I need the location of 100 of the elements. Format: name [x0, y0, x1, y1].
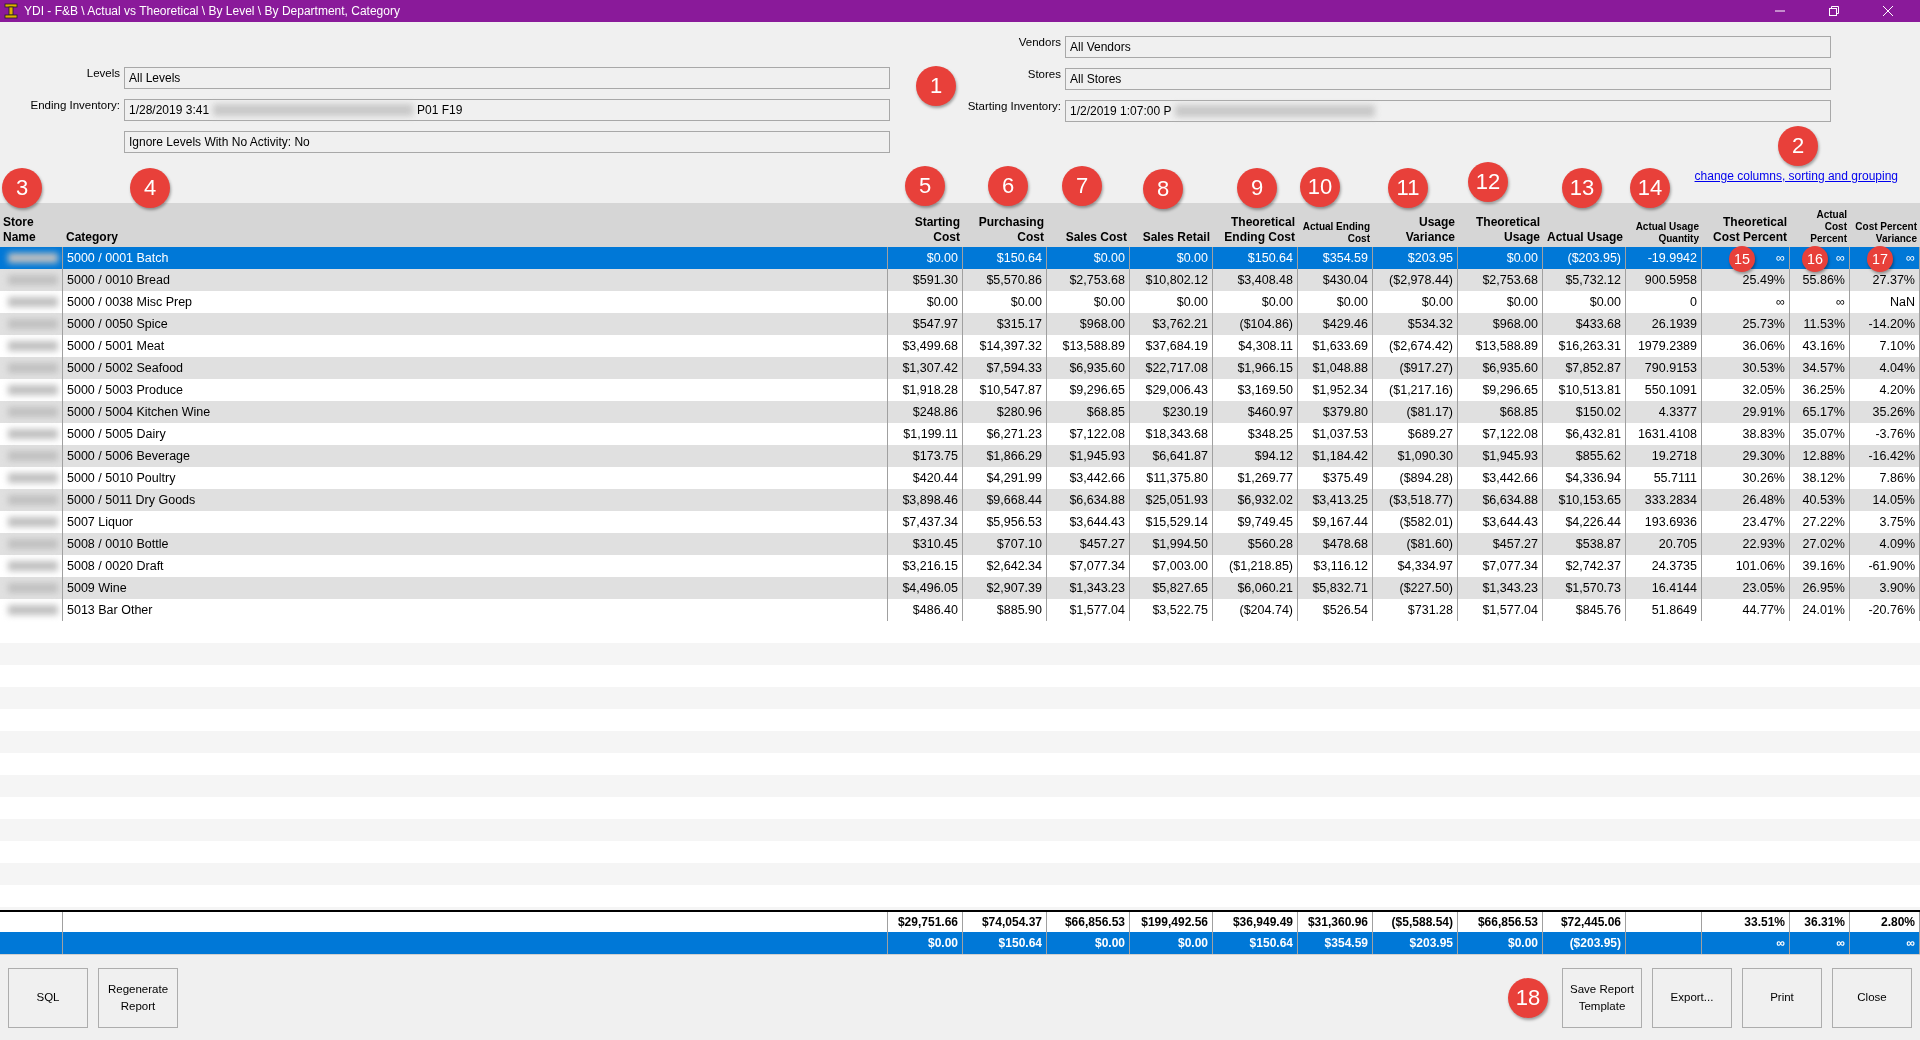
- column-header[interactable]: Theoretical Ending Cost: [1216, 215, 1295, 245]
- table-cell: 55.7111: [1653, 471, 1697, 485]
- column-header[interactable]: Actual Cost Percent: [1793, 209, 1847, 245]
- callout-marker: 11: [1388, 168, 1428, 208]
- table-cell: 29.91%: [1742, 405, 1785, 419]
- table-cell: $1,577.04: [1482, 603, 1538, 617]
- table-cell: 40.53%: [1802, 493, 1845, 507]
- table-cell: $354.59: [1322, 251, 1368, 265]
- report-button[interactable]: Regenerate Report: [98, 967, 178, 1028]
- report-button[interactable]: SQL: [8, 967, 88, 1028]
- table-cell: $10,802.12: [1145, 273, 1208, 287]
- total-cell: $354.59: [1324, 936, 1368, 950]
- table-cell: 35.07%: [1802, 427, 1845, 441]
- table-cell: 23.05%: [1742, 581, 1785, 595]
- table-row[interactable]: 5009 Wine $4,496.05 $2,907.39 $1,343.23 $5,827.65 $6,060.21 $5,832.71 ($227.50) $1,343.23 $1,570.73 16.4144 23.05% 26.95% 3.90%: [0, 577, 1920, 599]
- input-field[interactable]: 1/28/2019 3:41 P01 F19: [124, 99, 890, 121]
- table-cell: ($917.27): [1399, 361, 1453, 375]
- close-icon[interactable]: [1883, 6, 1893, 16]
- table-cell: 3.75%: [1879, 515, 1915, 529]
- table-cell: $7,122.08: [1069, 427, 1125, 441]
- app-icon: [4, 3, 18, 19]
- input-field[interactable]: All Vendors: [1065, 36, 1831, 58]
- column-header[interactable]: Theoretical Usage: [1461, 215, 1540, 245]
- table-cell: 39.16%: [1802, 559, 1845, 573]
- column-header[interactable]: Purchasing Cost: [966, 215, 1044, 245]
- table-row[interactable]: 5000 / 5002 Seafood $1,307.42 $7,594.33 $6,935.60 $22,717.08 $1,966.15 $1,048.88 ($917.27) $6,935.60 $7,852.87 790.9153 30.53% 34.57% 4.04%: [0, 357, 1920, 379]
- table-cell: $173.75: [912, 449, 958, 463]
- table-cell: $885.90: [996, 603, 1042, 617]
- redaction-blur: [8, 517, 58, 527]
- table-row[interactable]: 5000 / 5006 Beverage $173.75 $1,866.29 $1,945.93 $6,641.87 $94.12 $1,184.42 $1,090.30 $1,945.93 $855.62 19.2718 29.30% 12.88% -16.42%: [0, 445, 1920, 467]
- column-header[interactable]: Actual Usage: [1546, 230, 1623, 245]
- table-cell: 23.47%: [1742, 515, 1785, 529]
- table-cell: 30.26%: [1742, 471, 1785, 485]
- table-cell: $1,866.29: [986, 449, 1042, 463]
- table-cell: $1,994.50: [1152, 537, 1208, 551]
- input-field[interactable]: All Stores: [1065, 68, 1831, 90]
- column-header[interactable]: Actual Ending Cost: [1301, 221, 1370, 245]
- column-header[interactable]: Cost Percent Variance: [1853, 221, 1917, 245]
- table-cell: 34.57%: [1802, 361, 1845, 375]
- input-field[interactable]: 1/2/2019 1:07:00 P: [1065, 100, 1831, 122]
- table-cell: 101.06%: [1735, 559, 1785, 573]
- table-row[interactable]: 5000 / 0050 Spice $547.97 $315.17 $968.00 $3,762.21 ($104.86) $429.46 $534.32 $968.00 $433.68 26.1939 25.73% 11.53% -14.20%: [0, 313, 1920, 335]
- input-field[interactable]: All Levels: [124, 67, 890, 89]
- column-header[interactable]: Theoretical Cost Percent: [1705, 215, 1787, 245]
- table-cell: $3,762.21: [1152, 317, 1208, 331]
- table-cell: $4,308.11: [1238, 339, 1293, 353]
- total-cell: $199,492.56: [1141, 915, 1208, 929]
- table-cell: $68.85: [1499, 405, 1538, 419]
- report-button[interactable]: Print: [1742, 967, 1822, 1028]
- table-cell: $375.49: [1322, 471, 1368, 485]
- table-cell: -14.20%: [1868, 317, 1915, 331]
- table-row[interactable]: 5000 / 5004 Kitchen Wine $248.86 $280.96 $68.85 $230.19 $460.97 $379.80 ($81.17) $68.85 $150.02 4.3377 29.91% 65.17% 35.26%: [0, 401, 1920, 423]
- column-header[interactable]: Store Name: [3, 215, 60, 245]
- table-cell: $0.00: [1421, 295, 1453, 309]
- table-row[interactable]: 5000 / 0010 Bread $591.30 $5,570.86 $2,753.68 $10,802.12 $3,408.48 $430.04 ($2,978.44) $2,753.68 $5,732.12 900.5958 25.49% 55.86% 27.37%: [0, 269, 1920, 291]
- table-row[interactable]: 5008 / 0010 Bottle $310.45 $707.10 $457.27 $1,994.50 $560.28 $478.68 ($81.60) $457.27 $538.87 20.705 22.93% 27.02% 4.09%: [0, 533, 1920, 555]
- field-value: P01 F19: [417, 103, 463, 117]
- table-cell: 5000 / 5011 Dry Goods: [67, 493, 196, 507]
- table-cell: $7,852.87: [1565, 361, 1621, 375]
- callout-marker: 1: [916, 66, 956, 106]
- column-header[interactable]: Usage Variance: [1376, 215, 1455, 245]
- table-cell: ($227.50): [1399, 581, 1453, 595]
- table-cell: $1,048.88: [1312, 361, 1368, 375]
- table-cell: $430.04: [1322, 273, 1368, 287]
- filter-label: Vendors: [1017, 36, 1062, 48]
- callout-marker: 2: [1778, 126, 1818, 166]
- table-cell: -20.76%: [1868, 603, 1915, 617]
- column-header[interactable]: Sales Cost: [1065, 230, 1127, 245]
- input-field[interactable]: Ignore Levels With No Activity: No: [124, 131, 890, 153]
- callout-marker: 18: [1508, 978, 1548, 1018]
- table-cell: 550.1091: [1644, 383, 1697, 397]
- table-cell: 900.5958: [1644, 273, 1697, 287]
- table-cell: 5000 / 5004 Kitchen Wine: [67, 405, 211, 419]
- table-cell: $478.68: [1322, 537, 1368, 551]
- table-row[interactable]: 5000 / 5011 Dry Goods $3,898.46 $9,668.44 $6,634.88 $25,051.93 $6,932.02 $3,413.25 ($3,518.77) $6,634.88 $10,153.65 333.2834 26.48% 40.53% 14.05%: [0, 489, 1920, 511]
- table-cell: 26.95%: [1802, 581, 1845, 595]
- settings-link[interactable]: change columns, sorting and grouping: [1694, 169, 1898, 183]
- table-cell: $560.28: [1247, 537, 1293, 551]
- report-button[interactable]: Close: [1832, 967, 1912, 1028]
- total-cell: 2.80%: [1880, 915, 1915, 929]
- restore-icon[interactable]: [1829, 6, 1839, 16]
- total-cell: $31,360.96: [1307, 915, 1368, 929]
- table-cell: ∞: [1836, 295, 1845, 309]
- report-button[interactable]: Save Report Template: [1562, 967, 1642, 1028]
- column-header[interactable]: Starting Cost: [891, 215, 960, 245]
- redaction-blur: [8, 451, 58, 461]
- report-button[interactable]: Export...: [1652, 967, 1732, 1028]
- column-header[interactable]: Category: [66, 230, 118, 245]
- table-cell: $1,184.42: [1312, 449, 1368, 463]
- redaction-blur: [8, 429, 58, 439]
- table-cell: $1,037.53: [1312, 427, 1368, 441]
- filter-label: Ending Inventory:: [29, 99, 121, 111]
- table-cell: -19.9942: [1647, 251, 1697, 265]
- table-cell: $29,006.43: [1145, 383, 1208, 397]
- table-cell: $10,153.65: [1558, 493, 1621, 507]
- column-header[interactable]: Actual Usage Quantity: [1629, 221, 1699, 245]
- table-cell: $94.12: [1254, 449, 1293, 463]
- table-cell: 65.17%: [1802, 405, 1845, 419]
- column-header[interactable]: Sales Retail: [1142, 230, 1210, 245]
- table-cell: $5,570.86: [986, 273, 1042, 287]
